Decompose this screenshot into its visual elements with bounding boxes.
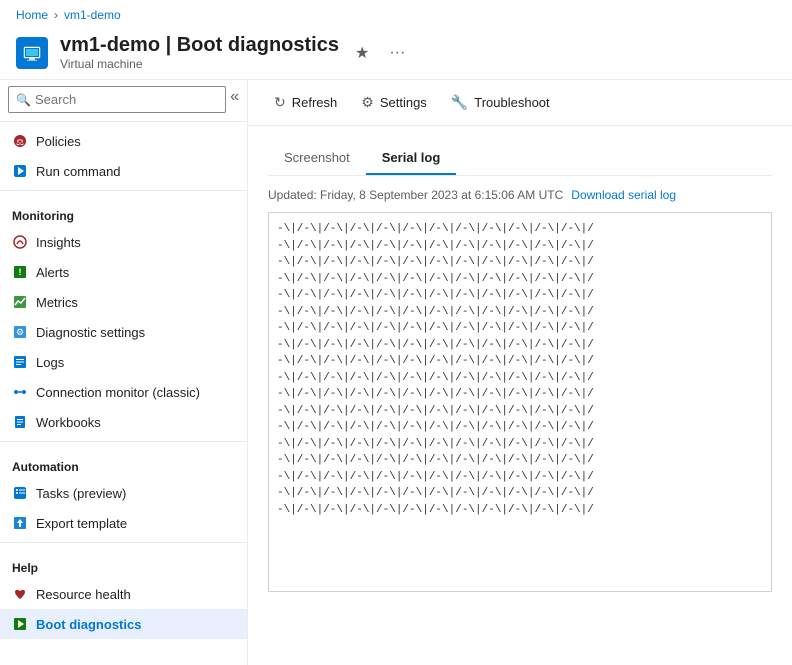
health-icon xyxy=(12,586,28,602)
page-title: vm1-demo | Boot diagnostics xyxy=(60,34,339,57)
tasks-icon xyxy=(12,485,28,501)
sidebar-item-alerts[interactable]: ! Alerts xyxy=(0,257,247,287)
diag-icon: ⚙ xyxy=(12,324,28,340)
export-icon xyxy=(12,515,28,531)
log-line: -\|/-\|/-\|/-\|/-\|/-\|/-\|/-\|/-\|/-\|/… xyxy=(277,403,763,420)
svg-text:!: ! xyxy=(19,267,22,277)
log-line: -\|/-\|/-\|/-\|/-\|/-\|/-\|/-\|/-\|/-\|/… xyxy=(277,337,763,354)
refresh-button[interactable]: Refresh xyxy=(264,88,347,117)
page-header: vm1-demo | Boot diagnostics Virtual mach… xyxy=(0,30,792,80)
metrics-icon xyxy=(12,294,28,310)
sidebar-item-logs[interactable]: Logs xyxy=(0,347,247,377)
log-line: -\|/-\|/-\|/-\|/-\|/-\|/-\|/-\|/-\|/-\|/… xyxy=(277,353,763,370)
page-title-group: vm1-demo | Boot diagnostics Virtual mach… xyxy=(60,34,339,71)
sidebar-item-resource-health[interactable]: Resource health xyxy=(0,579,247,609)
sidebar-label-diagnostic-settings: Diagnostic settings xyxy=(36,325,145,340)
favorite-button[interactable]: ★ xyxy=(351,41,373,65)
sidebar-label-policies: Policies xyxy=(36,134,81,149)
log-line: -\|/-\|/-\|/-\|/-\|/-\|/-\|/-\|/-\|/-\|/… xyxy=(277,485,763,502)
log-line: -\|/-\|/-\|/-\|/-\|/-\|/-\|/-\|/-\|/-\|/… xyxy=(277,320,763,337)
sidebar-label-tasks: Tasks (preview) xyxy=(36,486,126,501)
toolbar: Refresh Settings 🔧 Troubleshoot xyxy=(248,80,792,126)
log-line: -\|/-\|/-\|/-\|/-\|/-\|/-\|/-\|/-\|/-\|/… xyxy=(277,238,763,255)
sidebar-label-metrics: Metrics xyxy=(36,295,78,310)
boot-icon xyxy=(12,616,28,632)
troubleshoot-button[interactable]: 🔧 Troubleshoot xyxy=(441,88,560,117)
svg-text:⚖: ⚖ xyxy=(16,137,24,147)
log-line: -\|/-\|/-\|/-\|/-\|/-\|/-\|/-\|/-\|/-\|/… xyxy=(277,452,763,469)
sidebar-item-policies[interactable]: ⚖ Policies xyxy=(0,126,247,156)
logs-icon xyxy=(12,354,28,370)
updated-line: Updated: Friday, 8 September 2023 at 6:1… xyxy=(268,188,772,202)
sidebar: 🔍 « ⚖ Policies Run command Monitoring In… xyxy=(0,80,248,665)
log-line: -\|/-\|/-\|/-\|/-\|/-\|/-\|/-\|/-\|/-\|/… xyxy=(277,469,763,486)
section-label-help: Help xyxy=(0,551,247,579)
svg-text:⚙: ⚙ xyxy=(16,327,24,337)
settings-button[interactable]: Settings xyxy=(351,88,437,117)
log-line: -\|/-\|/-\|/-\|/-\|/-\|/-\|/-\|/-\|/-\|/… xyxy=(277,502,763,519)
tab-screenshot[interactable]: Screenshot xyxy=(268,142,366,175)
sidebar-item-tasks[interactable]: Tasks (preview) xyxy=(0,478,247,508)
sidebar-label-boot-diagnostics: Boot diagnostics xyxy=(36,617,141,632)
page-subtitle: Virtual machine xyxy=(60,57,339,71)
sidebar-label-logs: Logs xyxy=(36,355,64,370)
more-options-button[interactable]: ··· xyxy=(385,42,409,64)
sidebar-label-insights: Insights xyxy=(36,235,81,250)
sidebar-item-workbooks[interactable]: Workbooks xyxy=(0,407,247,437)
log-line: -\|/-\|/-\|/-\|/-\|/-\|/-\|/-\|/-\|/-\|/… xyxy=(277,271,763,288)
sidebar-item-connection-monitor[interactable]: Connection monitor (classic) xyxy=(0,377,247,407)
section-label-monitoring: Monitoring xyxy=(0,199,247,227)
download-serial-log-link[interactable]: Download serial log xyxy=(571,188,676,202)
main-layout: 🔍 « ⚖ Policies Run command Monitoring In… xyxy=(0,80,792,665)
insights-icon xyxy=(12,234,28,250)
sidebar-label-resource-health: Resource health xyxy=(36,587,131,602)
sidebar-label-workbooks: Workbooks xyxy=(36,415,101,430)
log-line: -\|/-\|/-\|/-\|/-\|/-\|/-\|/-\|/-\|/-\|/… xyxy=(277,287,763,304)
sidebar-label-alerts: Alerts xyxy=(36,265,69,280)
log-line: -\|/-\|/-\|/-\|/-\|/-\|/-\|/-\|/-\|/-\|/… xyxy=(277,386,763,403)
workbooks-icon xyxy=(12,414,28,430)
serial-log-box[interactable]: -\|/-\|/-\|/-\|/-\|/-\|/-\|/-\|/-\|/-\|/… xyxy=(268,212,772,592)
log-line: -\|/-\|/-\|/-\|/-\|/-\|/-\|/-\|/-\|/-\|/… xyxy=(277,304,763,321)
sidebar-item-boot-diagnostics[interactable]: Boot diagnostics xyxy=(0,609,247,639)
section-label-automation: Automation xyxy=(0,450,247,478)
troubleshoot-icon: 🔧 xyxy=(451,94,468,111)
refresh-icon xyxy=(274,94,286,111)
sidebar-label-run-command: Run command xyxy=(36,164,121,179)
tabs: Screenshot Serial log xyxy=(268,142,772,176)
refresh-label: Refresh xyxy=(292,95,338,110)
log-line: -\|/-\|/-\|/-\|/-\|/-\|/-\|/-\|/-\|/-\|/… xyxy=(277,370,763,387)
log-line: -\|/-\|/-\|/-\|/-\|/-\|/-\|/-\|/-\|/-\|/… xyxy=(277,436,763,453)
log-line: -\|/-\|/-\|/-\|/-\|/-\|/-\|/-\|/-\|/-\|/… xyxy=(277,254,763,271)
troubleshoot-label: Troubleshoot xyxy=(474,95,549,110)
log-line: -\|/-\|/-\|/-\|/-\|/-\|/-\|/-\|/-\|/-\|/… xyxy=(277,419,763,436)
run-icon xyxy=(12,163,28,179)
sidebar-item-diagnostic-settings[interactable]: ⚙ Diagnostic settings xyxy=(0,317,247,347)
breadcrumb-home[interactable]: Home xyxy=(16,8,48,22)
breadcrumb-current: vm1-demo xyxy=(64,8,121,22)
sidebar-label-export-template: Export template xyxy=(36,516,127,531)
content-area: Refresh Settings 🔧 Troubleshoot Screensh… xyxy=(248,80,792,665)
collapse-button[interactable]: « xyxy=(230,88,239,106)
sidebar-label-connection-monitor: Connection monitor (classic) xyxy=(36,385,200,400)
settings-label: Settings xyxy=(380,95,427,110)
settings-icon xyxy=(361,94,374,111)
vm-icon xyxy=(16,37,48,69)
breadcrumb: Home › vm1-demo xyxy=(0,0,792,30)
sidebar-item-export-template[interactable]: Export template xyxy=(0,508,247,538)
updated-text: Updated: Friday, 8 September 2023 at 6:1… xyxy=(268,188,563,202)
breadcrumb-separator: › xyxy=(54,8,58,22)
alerts-icon: ! xyxy=(12,264,28,280)
sidebar-item-metrics[interactable]: Metrics xyxy=(0,287,247,317)
sidebar-item-insights[interactable]: Insights xyxy=(0,227,247,257)
conn-icon xyxy=(12,384,28,400)
policy-icon: ⚖ xyxy=(12,133,28,149)
sidebar-item-run-command[interactable]: Run command xyxy=(0,156,247,186)
content-inner: Screenshot Serial log Updated: Friday, 8… xyxy=(248,126,792,665)
tab-serial-log[interactable]: Serial log xyxy=(366,142,457,175)
log-line: -\|/-\|/-\|/-\|/-\|/-\|/-\|/-\|/-\|/-\|/… xyxy=(277,221,763,238)
search-input[interactable] xyxy=(8,86,226,113)
